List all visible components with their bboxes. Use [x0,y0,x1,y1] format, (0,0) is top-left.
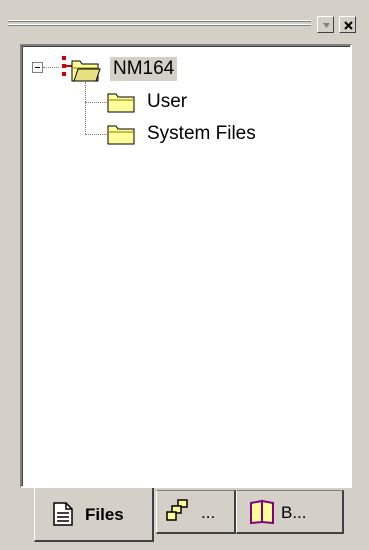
dock-grip-bar[interactable] [8,20,311,28]
file-tree-view[interactable]: NM164 User System Files [20,44,352,488]
tab-book[interactable]: B... [236,490,344,534]
tab-classes[interactable]: ... [156,490,236,534]
folder-icon [107,125,135,145]
dropdown-arrow-icon [323,23,330,28]
document-icon [53,502,73,526]
project-folder-icon [62,56,101,82]
tree-root-label[interactable]: NM164 [110,57,178,81]
collapse-toggle[interactable] [32,62,43,73]
tab-files[interactable]: Files [34,488,154,542]
tree-item-system-files[interactable]: System Files [147,123,256,145]
close-button[interactable] [339,16,356,33]
close-x-icon [344,21,353,30]
classes-icon [166,499,188,521]
folder-icon [107,93,135,113]
book-icon [250,499,274,525]
tab-classes-label: ... [201,503,216,522]
window-menu-button[interactable] [317,16,334,33]
tree-item-user[interactable]: User [147,91,187,113]
panel-tab-strip: Files ... B... [20,488,352,546]
tab-files-label: Files [85,505,124,524]
workspace-window: NM164 User System Files Files ... B... [0,0,369,550]
tab-book-label: B... [281,503,307,522]
